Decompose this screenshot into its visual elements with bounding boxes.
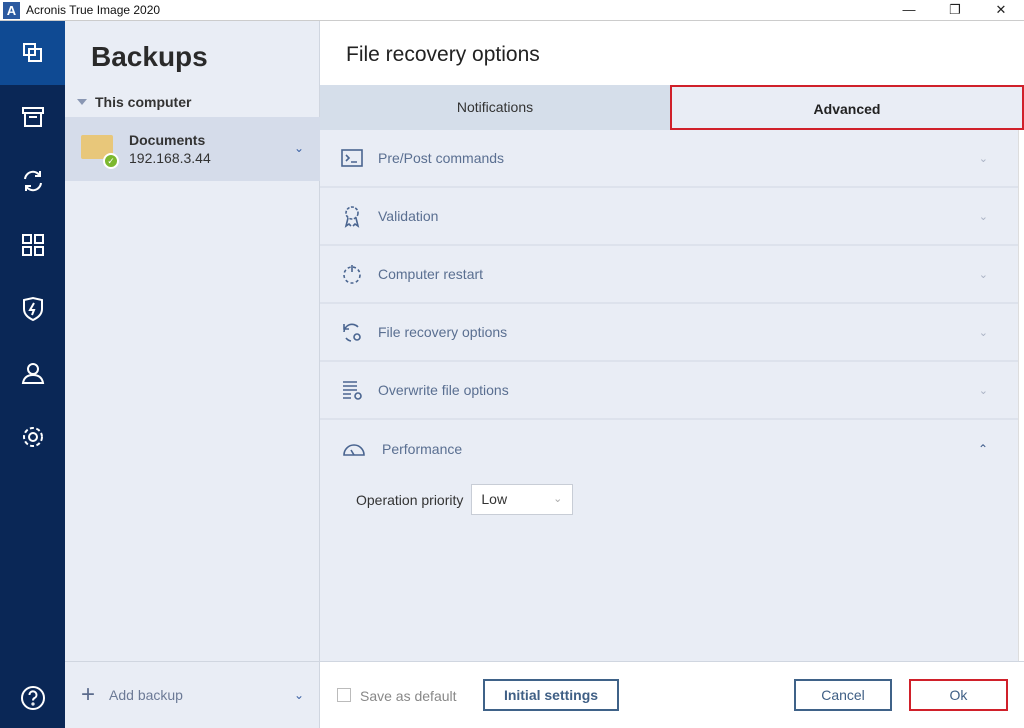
restore-button[interactable]: ❐ bbox=[932, 0, 978, 21]
chevron-down-icon: ⌄ bbox=[978, 268, 988, 281]
nav-sidebar bbox=[0, 21, 65, 728]
backups-panel: Backups This computer ✓ Documents 192.16… bbox=[65, 21, 320, 728]
section-overwrite-file-options[interactable]: Overwrite file options ⌄ bbox=[320, 362, 1018, 420]
app-logo: A bbox=[3, 1, 20, 19]
footer: Save as default Initial settings Cancel … bbox=[320, 661, 1024, 728]
chevron-down-icon: ⌄ bbox=[978, 326, 988, 339]
section-validation[interactable]: Validation ⌄ bbox=[320, 188, 1018, 246]
plus-icon: + bbox=[81, 681, 96, 708]
panel-title: Backups bbox=[91, 41, 208, 72]
operation-priority-select[interactable]: Low ⌄ bbox=[471, 484, 574, 515]
sync-icon bbox=[23, 170, 42, 192]
section-file-recovery-options[interactable]: File recovery options ⌄ bbox=[320, 304, 1018, 362]
scrollbar[interactable] bbox=[1018, 130, 1024, 661]
tab-advanced[interactable]: Advanced bbox=[670, 85, 1024, 130]
help-button[interactable] bbox=[0, 684, 65, 712]
backup-item[interactable]: ✓ Documents 192.168.3.44 ⌄ bbox=[65, 117, 320, 181]
section-computer-restart[interactable]: Computer restart ⌄ bbox=[320, 246, 1018, 304]
chevron-up-icon: ⌃ bbox=[977, 442, 988, 456]
cancel-button[interactable]: Cancel bbox=[794, 679, 892, 711]
protection-icon bbox=[22, 296, 43, 322]
file-settings-icon bbox=[343, 381, 362, 400]
section-label: Computer restart bbox=[378, 266, 484, 282]
section-label: Performance bbox=[382, 441, 463, 457]
terminal-icon bbox=[341, 149, 363, 167]
chevron-down-icon: ⌄ bbox=[978, 384, 988, 397]
group-label: This computer bbox=[95, 94, 192, 110]
recovery-icon bbox=[343, 323, 361, 342]
initial-settings-button[interactable]: Initial settings bbox=[483, 679, 619, 711]
backup-location: 192.168.3.44 bbox=[129, 150, 211, 166]
nav-archive[interactable] bbox=[0, 85, 65, 149]
chevron-down-icon[interactable]: ⌄ bbox=[294, 688, 304, 702]
save-as-default-checkbox[interactable] bbox=[337, 688, 351, 702]
dashboard-icon bbox=[21, 234, 44, 256]
tab-notifications[interactable]: Notifications bbox=[320, 85, 670, 130]
archive-icon bbox=[21, 107, 44, 127]
close-button[interactable]: ✕ bbox=[978, 0, 1024, 21]
section-label: Pre/Post commands bbox=[378, 150, 505, 166]
chevron-down-icon[interactable]: ⌄ bbox=[294, 141, 304, 155]
collapse-icon bbox=[77, 99, 87, 105]
minimize-button[interactable]: — bbox=[886, 0, 932, 21]
save-as-default-label[interactable]: Save as default bbox=[360, 688, 457, 704]
chevron-down-icon: ⌄ bbox=[978, 210, 988, 223]
section-label: Overwrite file options bbox=[378, 382, 509, 398]
section-label: Validation bbox=[378, 208, 439, 224]
selected-value: Low bbox=[481, 491, 508, 507]
section-pre-post-commands[interactable]: Pre/Post commands ⌄ bbox=[320, 130, 1018, 188]
nav-sync[interactable] bbox=[0, 149, 65, 213]
nav-backup[interactable] bbox=[0, 21, 65, 85]
ribbon-icon bbox=[344, 206, 360, 228]
account-icon bbox=[21, 363, 44, 384]
check-icon: ✓ bbox=[103, 153, 119, 169]
backup-icon bbox=[22, 43, 42, 62]
add-backup-button[interactable]: + Add backup ⌄ bbox=[65, 661, 320, 728]
operation-priority-label: Operation priority bbox=[356, 491, 464, 508]
tab-bar: Notifications Advanced bbox=[320, 85, 1024, 130]
page-title: File recovery options bbox=[346, 43, 540, 66]
gauge-icon bbox=[343, 444, 365, 456]
nav-account[interactable] bbox=[0, 341, 65, 405]
backup-name: Documents bbox=[129, 132, 206, 148]
help-icon bbox=[20, 686, 45, 710]
options-list: Pre/Post commands ⌄ Validation ⌄ Computer … bbox=[320, 130, 1018, 661]
settings-icon bbox=[22, 427, 43, 447]
section-label: File recovery options bbox=[378, 324, 508, 340]
nav-dashboard[interactable] bbox=[0, 213, 65, 277]
ok-button[interactable]: Ok bbox=[909, 679, 1008, 711]
chevron-down-icon: ⌄ bbox=[553, 493, 563, 505]
add-backup-label: Add backup bbox=[109, 687, 183, 703]
window-title: Acronis True Image 2020 bbox=[26, 3, 161, 17]
title-bar: A Acronis True Image 2020 — ❐ ✕ bbox=[0, 0, 1024, 21]
main-area: File recovery options Notifications Adva… bbox=[320, 21, 1024, 728]
chevron-down-icon: ⌄ bbox=[978, 152, 988, 165]
power-icon bbox=[343, 265, 361, 284]
nav-settings[interactable] bbox=[0, 405, 65, 469]
section-performance[interactable]: Performance ⌃ bbox=[320, 420, 1018, 478]
nav-protection[interactable] bbox=[0, 277, 65, 341]
group-this-computer[interactable]: This computer bbox=[77, 94, 191, 110]
operation-priority-row: Operation priority Low ⌄ bbox=[320, 484, 1018, 515]
